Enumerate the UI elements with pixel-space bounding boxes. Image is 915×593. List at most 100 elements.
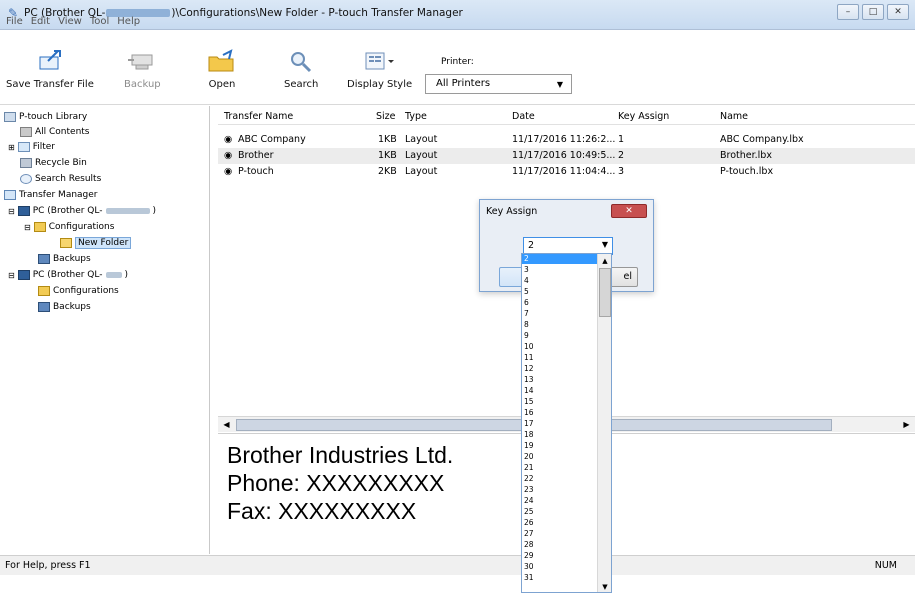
tree-item-filter[interactable]: ⊞ Filter xyxy=(8,140,55,154)
dropdown-option[interactable]: 2 xyxy=(524,255,529,263)
tree-label-suffix: ) xyxy=(124,270,129,280)
dropdown-option[interactable]: 17 xyxy=(524,420,534,428)
tree-label: Transfer Manager xyxy=(19,190,98,200)
tree-item-pc1-backups[interactable]: Backups xyxy=(38,252,91,266)
cell-date: 11/17/2016 11:26:2... xyxy=(512,134,616,145)
dropdown-option[interactable]: 12 xyxy=(524,365,534,373)
dropdown-option[interactable]: 10 xyxy=(524,343,534,351)
tree-item-pc2-configurations[interactable]: Configurations xyxy=(38,284,119,298)
dropdown-option[interactable]: 29 xyxy=(524,552,534,560)
printer-select[interactable]: All Printers ▼ xyxy=(425,74,572,94)
dropdown-option[interactable]: 19 xyxy=(524,442,534,450)
display-style-button[interactable]: Display Style xyxy=(347,49,412,90)
preview-line-3: Fax: XXXXXXXXX xyxy=(227,498,417,524)
printer-backup-icon xyxy=(128,54,153,70)
cell-type: Layout xyxy=(405,134,438,145)
tree-label-suffix: ) xyxy=(152,206,157,216)
tree-label: Configurations xyxy=(53,286,119,296)
col-date[interactable]: Date xyxy=(512,111,535,122)
dropdown-option[interactable]: 15 xyxy=(524,398,534,406)
dropdown-option[interactable]: 5 xyxy=(524,288,529,296)
menubar: File Edit View Tool Help xyxy=(0,16,915,30)
dropdown-option[interactable]: 4 xyxy=(524,277,529,285)
collapse-icon: ⊟ xyxy=(8,270,15,280)
library-icon xyxy=(4,112,16,122)
search-icon xyxy=(20,174,32,184)
dropdown-scroll-thumb[interactable] xyxy=(599,268,611,317)
status-num: NUM xyxy=(874,560,897,571)
menu-edit[interactable]: Edit xyxy=(31,16,50,30)
printer-select-value: All Printers xyxy=(436,78,491,89)
configurations-icon xyxy=(33,222,46,232)
dropdown-option[interactable]: 16 xyxy=(524,409,534,417)
tree-item-recycle-bin[interactable]: Recycle Bin xyxy=(20,156,87,170)
save-transfer-file-button[interactable]: Save Transfer File xyxy=(6,49,94,90)
menu-file[interactable]: File xyxy=(6,16,23,30)
dropdown-option[interactable]: 13 xyxy=(524,376,534,384)
dropdown-scrollbar[interactable]: ▲ ▼ xyxy=(597,254,611,592)
table-row[interactable]: ◉ ABC Company 1KB Layout 11/17/2016 11:2… xyxy=(218,132,915,148)
chevron-down-icon: ▼ xyxy=(601,240,608,249)
menu-view[interactable]: View xyxy=(58,16,82,30)
dropdown-option[interactable]: 23 xyxy=(524,486,534,494)
search-icon xyxy=(291,52,312,73)
menu-help[interactable]: Help xyxy=(117,16,140,30)
tree-item-search-results[interactable]: Search Results xyxy=(20,172,101,186)
open-folder-icon xyxy=(208,49,234,72)
dropdown-option[interactable]: 25 xyxy=(524,508,534,516)
tree-item-pc1[interactable]: ⊟ PC (Brother QL-) xyxy=(8,204,156,218)
key-assign-dropdown-list: 2 3 4 5 6 7 8 9 10 11 12 13 14 15 16 17 … xyxy=(521,253,612,593)
tree-item-ptouch-library[interactable]: P-touch Library xyxy=(4,110,87,124)
search-button[interactable]: Search xyxy=(284,49,318,90)
col-name[interactable]: Name xyxy=(720,111,748,122)
tree-label: Search Results xyxy=(35,174,102,184)
folder-icon xyxy=(20,127,32,137)
tree-item-pc2-backups[interactable]: Backups xyxy=(38,300,91,314)
dropdown-option[interactable]: 22 xyxy=(524,475,534,483)
dropdown-option[interactable]: 20 xyxy=(524,453,534,461)
dropdown-option[interactable]: 6 xyxy=(524,299,529,307)
table-row[interactable]: ◉ P-touch 2KB Layout 11/17/2016 11:04:4.… xyxy=(218,164,915,180)
dropdown-option[interactable]: 30 xyxy=(524,563,534,571)
col-transfer-name[interactable]: Transfer Name xyxy=(224,111,293,122)
tree-item-pc2[interactable]: ⊟ PC (Brother QL-) xyxy=(8,268,128,282)
dropdown-option[interactable]: 24 xyxy=(524,497,534,505)
tree-item-new-folder[interactable]: New Folder xyxy=(60,236,132,250)
col-size[interactable]: Size xyxy=(376,111,396,122)
pc-icon xyxy=(17,206,30,216)
save-transfer-file-label: Save Transfer File xyxy=(6,79,94,90)
dropdown-option[interactable]: 11 xyxy=(524,354,534,362)
dropdown-option[interactable]: 21 xyxy=(524,464,534,472)
tree-label: Filter xyxy=(32,142,55,152)
cell-type: Layout xyxy=(405,150,438,161)
col-key-assign[interactable]: Key Assign xyxy=(618,111,669,122)
dropdown-option[interactable]: 14 xyxy=(524,387,534,395)
backup-label: Backup xyxy=(124,79,161,90)
tree-item-transfer-manager[interactable]: Transfer Manager xyxy=(4,188,98,202)
dropdown-option[interactable]: 28 xyxy=(524,541,534,549)
scroll-down-arrow-icon[interactable]: ▼ xyxy=(598,580,611,592)
display-style-label: Display Style xyxy=(347,79,413,90)
folder-icon xyxy=(60,238,72,248)
backups-icon xyxy=(38,302,50,312)
col-type[interactable]: Type xyxy=(405,111,427,122)
menu-tool[interactable]: Tool xyxy=(90,16,109,30)
dropdown-option[interactable]: 31 xyxy=(524,574,534,582)
open-label: Open xyxy=(208,79,236,90)
table-row[interactable]: ◉ Brother 1KB Layout 11/17/2016 10:49:5.… xyxy=(218,148,915,164)
dropdown-option[interactable]: 7 xyxy=(524,310,529,318)
dropdown-option[interactable]: 18 xyxy=(524,431,534,439)
dropdown-option[interactable]: 3 xyxy=(524,266,529,274)
scroll-left-arrow-icon[interactable]: ◀ xyxy=(218,417,235,433)
scroll-right-arrow-icon[interactable]: ▶ xyxy=(898,417,915,433)
open-button[interactable]: Open xyxy=(207,49,237,90)
window: ✎ PC (Brother QL-)\Configurations\New Fo… xyxy=(0,0,915,593)
tree-item-pc1-configurations[interactable]: ⊟ Configurations xyxy=(24,220,114,234)
dropdown-option[interactable]: 8 xyxy=(524,321,529,329)
dropdown-option[interactable]: 9 xyxy=(524,332,529,340)
dropdown-option[interactable]: 26 xyxy=(524,519,534,527)
dropdown-option[interactable]: 27 xyxy=(524,530,534,538)
dialog-close-button[interactable]: ✕ xyxy=(611,204,647,218)
tree-item-all-contents[interactable]: All Contents xyxy=(20,125,90,139)
scroll-up-arrow-icon[interactable]: ▲ xyxy=(598,254,611,268)
